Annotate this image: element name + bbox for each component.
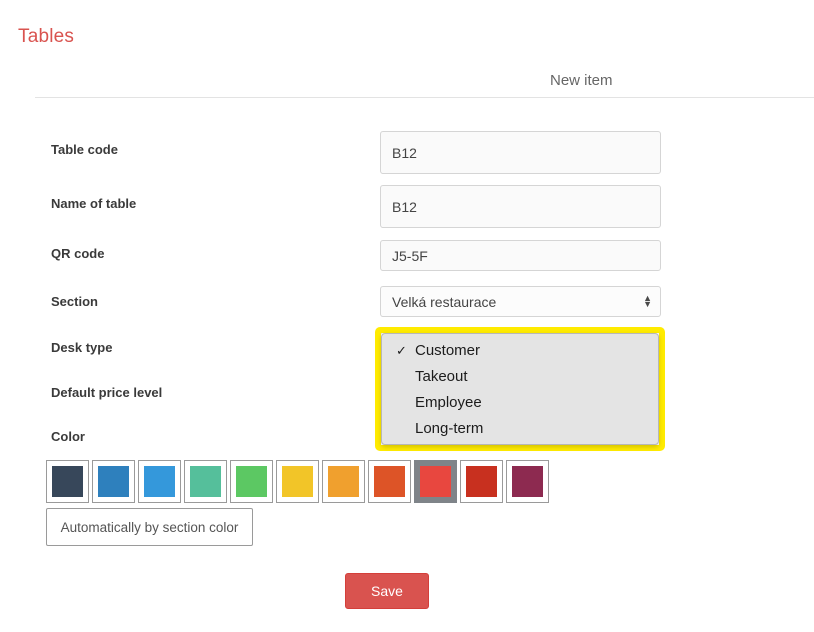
check-icon: ✓	[396, 343, 407, 358]
dropdown-option-customer[interactable]: ✓ Customer	[382, 338, 658, 364]
color-swatch-dark-slate[interactable]	[46, 460, 89, 503]
page-title: Tables	[18, 26, 75, 47]
label-desk-type: Desk type	[51, 340, 113, 355]
chevron-down-icon: ▼	[643, 298, 652, 309]
select-section-value: Velká restaurace	[392, 293, 497, 310]
dropdown-option-takeout[interactable]: Takeout	[382, 364, 658, 390]
label-color: Color	[51, 429, 85, 444]
color-swatch-red[interactable]	[460, 460, 503, 503]
color-swatch-fill	[190, 466, 221, 497]
color-swatch-fill	[328, 466, 359, 497]
label-name-of-table: Name of table	[51, 196, 137, 211]
color-swatch-orange[interactable]	[322, 460, 365, 503]
color-swatch-teal-green[interactable]	[184, 460, 227, 503]
auto-color-button[interactable]: Automatically by section color	[46, 508, 253, 546]
color-swatch-yellow[interactable]	[276, 460, 319, 503]
dropdown-option-label: Employee	[415, 394, 482, 411]
input-name-of-table[interactable]: B12	[380, 185, 661, 228]
page-root: Tables New item Table code B12 Name of t…	[0, 0, 814, 632]
label-qr-code: QR code	[51, 246, 105, 261]
color-swatch-row	[46, 460, 549, 503]
color-swatch-fill	[52, 466, 83, 497]
panel-header-title: New item	[550, 72, 613, 89]
color-swatch-coral-red[interactable]	[414, 460, 457, 503]
color-swatch-fill	[236, 466, 267, 497]
color-swatch-fill	[512, 466, 543, 497]
label-default-price-level: Default price level	[51, 385, 163, 400]
input-qr-code[interactable]: J5-5F	[380, 240, 661, 271]
dropdown-option-label: Takeout	[415, 368, 468, 385]
dropdown-option-label: Long-term	[415, 420, 484, 437]
dropdown-option-long-term[interactable]: Long-term	[382, 416, 658, 442]
label-table-code: Table code	[51, 142, 118, 157]
color-swatch-bright-blue[interactable]	[138, 460, 181, 503]
color-swatch-steel-blue[interactable]	[92, 460, 135, 503]
dropdown-option-employee[interactable]: Employee	[382, 390, 658, 416]
desk-type-dropdown-popup[interactable]: ✓ Customer Takeout Employee Long-term	[381, 333, 659, 445]
color-swatch-fill	[374, 466, 405, 497]
color-swatch-fill	[282, 466, 313, 497]
color-swatch-dark-orange[interactable]	[368, 460, 411, 503]
color-swatch-fill	[466, 466, 497, 497]
select-section[interactable]: Velká restaurace ▲ ▼	[380, 286, 661, 317]
label-section: Section	[51, 294, 98, 309]
color-swatch-fill	[144, 466, 175, 497]
input-table-code[interactable]: B12	[380, 131, 661, 174]
color-swatch-fill	[98, 466, 129, 497]
spinner-icon: ▲ ▼	[643, 293, 652, 309]
color-swatch-fill	[420, 466, 451, 497]
color-swatch-green[interactable]	[230, 460, 273, 503]
panel-header: New item	[35, 72, 814, 98]
save-button[interactable]: Save	[345, 573, 429, 609]
dropdown-option-label: Customer	[415, 342, 481, 359]
color-swatch-maroon[interactable]	[506, 460, 549, 503]
